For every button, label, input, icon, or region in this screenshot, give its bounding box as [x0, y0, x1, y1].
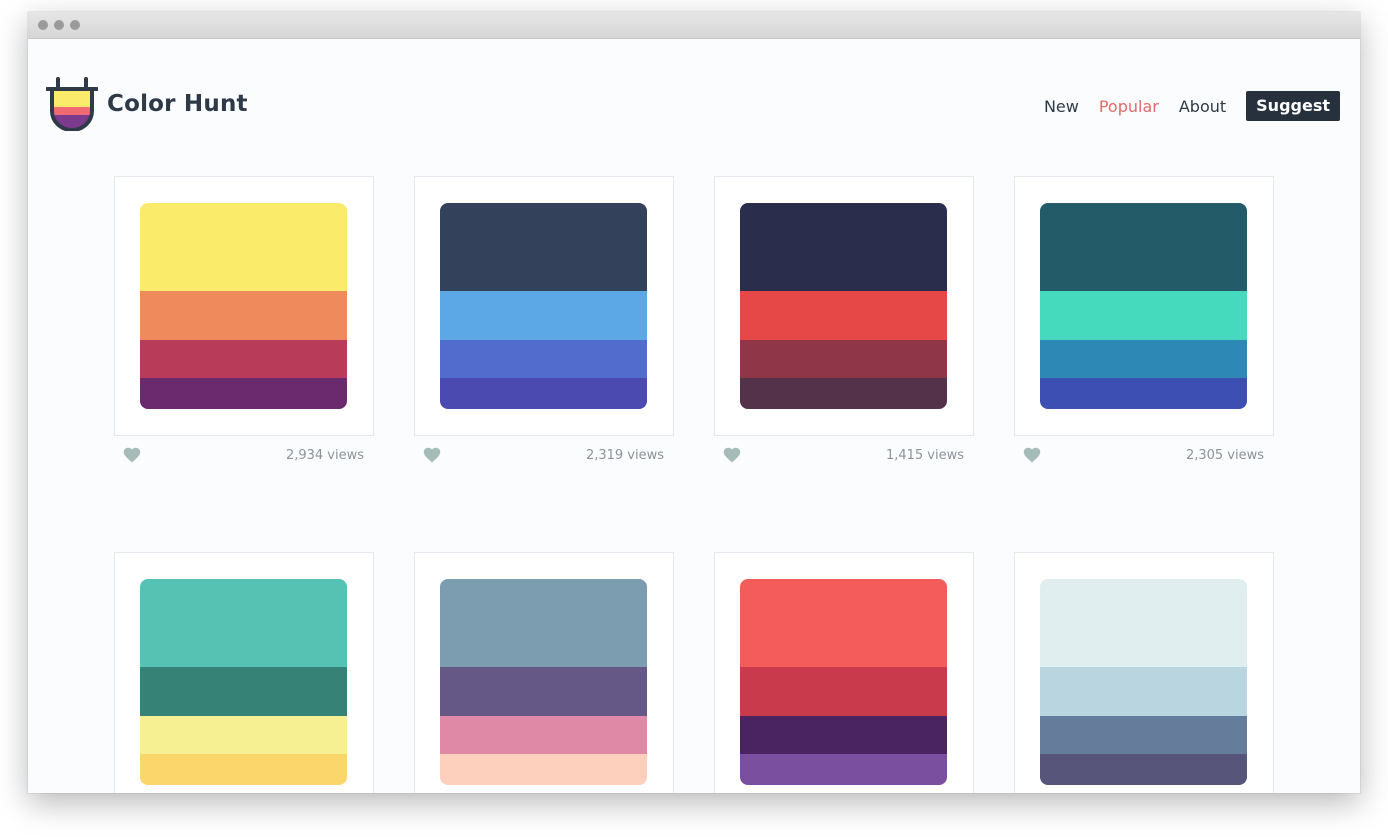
window-maximize-dot[interactable] — [70, 20, 80, 30]
palette-meta: 2,319 views — [414, 436, 674, 474]
palette-swatches[interactable] — [1040, 579, 1247, 785]
palette-card[interactable] — [114, 552, 374, 793]
swatch-1[interactable] — [440, 203, 647, 291]
swatch-2[interactable] — [740, 667, 947, 716]
swatch-2[interactable] — [1040, 667, 1247, 716]
swatch-3[interactable] — [1040, 716, 1247, 754]
site-header: Color Hunt New Popular About Suggest — [28, 39, 1360, 139]
swatch-4[interactable] — [740, 754, 947, 785]
palette-card[interactable] — [114, 176, 374, 436]
swatch-1[interactable] — [440, 579, 647, 667]
palette-swatches[interactable] — [140, 203, 347, 409]
swatch-1[interactable] — [740, 579, 947, 667]
palette-card[interactable] — [714, 552, 974, 793]
brand-name[interactable]: Color Hunt — [107, 91, 248, 117]
views-count: 2,305 views — [1185, 448, 1264, 463]
heart-icon[interactable] — [1023, 447, 1041, 463]
swatch-3[interactable] — [140, 340, 347, 378]
views-count: 2,319 views — [585, 448, 664, 463]
nav-new[interactable]: New — [1044, 97, 1079, 116]
swatch-1[interactable] — [140, 579, 347, 667]
palette-meta: 2,934 views — [114, 436, 374, 474]
nav-about[interactable]: About — [1179, 97, 1226, 116]
browser-window: Color Hunt New Popular About Suggest 2,9… — [28, 12, 1360, 793]
color-hunt-logo-icon[interactable] — [46, 75, 98, 131]
palette-item: 1,168 views — [714, 552, 974, 793]
palette-card[interactable] — [414, 176, 674, 436]
swatch-2[interactable] — [140, 667, 347, 716]
window-close-dot[interactable] — [38, 20, 48, 30]
swatch-4[interactable] — [1040, 378, 1247, 409]
views-count: 1,415 views — [885, 448, 964, 463]
views-count: 2,934 views — [285, 448, 364, 463]
window-titlebar — [28, 12, 1360, 39]
palette-item: 2,319 views — [414, 176, 674, 474]
swatch-2[interactable] — [1040, 291, 1247, 340]
swatch-2[interactable] — [440, 667, 647, 716]
swatch-2[interactable] — [740, 291, 947, 340]
palette-card[interactable] — [1014, 552, 1274, 793]
palette-item: 2,934 views — [114, 176, 374, 474]
swatch-3[interactable] — [440, 340, 647, 378]
heart-icon[interactable] — [123, 447, 141, 463]
palette-item: 2,305 views — [1014, 176, 1274, 474]
swatch-2[interactable] — [440, 291, 647, 340]
palette-card[interactable] — [414, 552, 674, 793]
main-nav: New Popular About Suggest — [1024, 91, 1340, 121]
swatch-4[interactable] — [440, 754, 647, 785]
swatch-2[interactable] — [140, 291, 347, 340]
swatch-1[interactable] — [1040, 203, 1247, 291]
palette-swatches[interactable] — [440, 579, 647, 785]
palette-card[interactable] — [714, 176, 974, 436]
palette-swatches[interactable] — [740, 579, 947, 785]
swatch-4[interactable] — [440, 378, 647, 409]
palette-swatches[interactable] — [1040, 203, 1247, 409]
heart-icon[interactable] — [423, 447, 441, 463]
window-minimize-dot[interactable] — [54, 20, 64, 30]
palette-swatches[interactable] — [440, 203, 647, 409]
swatch-4[interactable] — [140, 754, 347, 785]
swatch-3[interactable] — [1040, 340, 1247, 378]
palette-card[interactable] — [1014, 176, 1274, 436]
swatch-3[interactable] — [440, 716, 647, 754]
suggest-button[interactable]: Suggest — [1246, 91, 1340, 121]
palette-swatches[interactable] — [740, 203, 947, 409]
palette-item: 569 views — [1014, 552, 1274, 793]
swatch-1[interactable] — [740, 203, 947, 291]
swatch-1[interactable] — [1040, 579, 1247, 667]
swatch-4[interactable] — [140, 378, 347, 409]
palette-item: 652 views — [414, 552, 674, 793]
palette-meta: 1,415 views — [714, 436, 974, 474]
palette-item: 1,325 views — [114, 552, 374, 793]
swatch-3[interactable] — [740, 716, 947, 754]
palette-grid: 2,934 views 2,319 views 1,415 views 2,30… — [114, 176, 1274, 793]
swatch-1[interactable] — [140, 203, 347, 291]
swatch-4[interactable] — [740, 378, 947, 409]
nav-popular[interactable]: Popular — [1099, 97, 1159, 116]
swatch-3[interactable] — [140, 716, 347, 754]
heart-icon[interactable] — [723, 447, 741, 463]
swatch-3[interactable] — [740, 340, 947, 378]
palette-swatches[interactable] — [140, 579, 347, 785]
palette-item: 1,415 views — [714, 176, 974, 474]
swatch-4[interactable] — [1040, 754, 1247, 785]
palette-meta: 2,305 views — [1014, 436, 1274, 474]
